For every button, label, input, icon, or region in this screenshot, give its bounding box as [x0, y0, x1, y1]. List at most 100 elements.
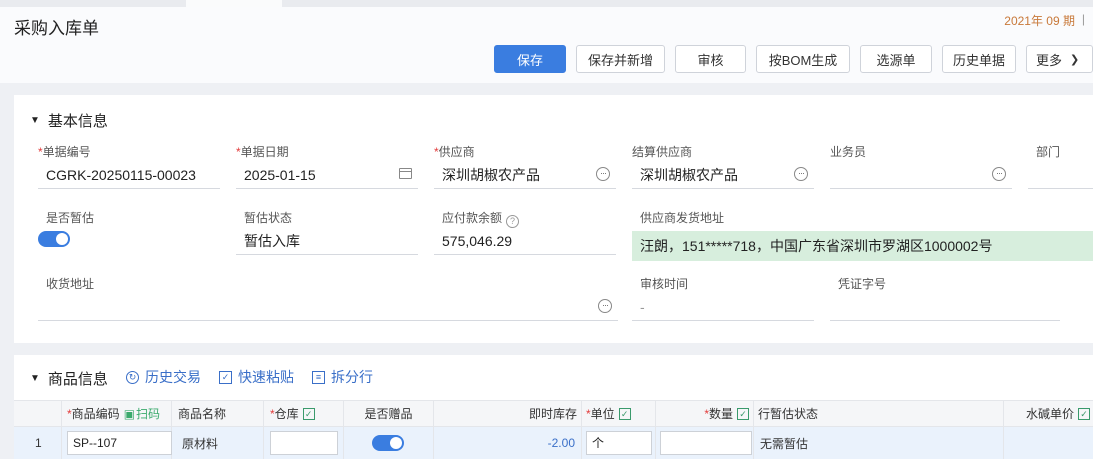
period-label[interactable]: 2021年 09 期	[1004, 12, 1075, 29]
header-stock: 即时库存	[434, 401, 582, 426]
history-icon: ↻	[126, 370, 139, 384]
row-price[interactable]	[1004, 427, 1093, 459]
batch-check-icon[interactable]: ✓	[302, 407, 315, 420]
row-stock: -2.00	[434, 427, 582, 459]
supplier-field: *供应商 深圳胡椒农产品 ···	[434, 144, 616, 190]
header-index	[14, 401, 62, 426]
more-options-icon[interactable]: ···	[794, 167, 808, 181]
split-icon: ≡	[312, 370, 325, 384]
row-unit-cell: 个	[582, 427, 656, 459]
doc-no-input[interactable]: CGRK-20250115-00023	[38, 165, 220, 189]
voucher-label: 凭证字号	[838, 277, 887, 291]
page-title: 采购入库单	[14, 19, 99, 38]
recv-address-input[interactable]: ···	[38, 297, 618, 321]
supplier-input[interactable]: 深圳胡椒农产品 ···	[434, 165, 616, 189]
history-trade-button[interactable]: ↻ 历史交易	[126, 367, 201, 387]
header-row-status: 行暂估状态	[754, 401, 1004, 426]
row-qty-cell	[656, 427, 754, 459]
row-gift-cell	[344, 427, 434, 459]
payable-balance-field: 应付款余额? 575,046.29	[434, 210, 616, 256]
scan-icon[interactable]: ▣	[124, 407, 135, 421]
goods-table-header: * 商品编码 ▣ 扫码 商品名称 * 仓库 ✓ 是否赠品 即时库存 * 单位 ✓ * 数量 ✓ 行…	[14, 400, 1093, 427]
row-code-cell: SP--107	[62, 427, 172, 459]
split-row-label: 拆分行	[331, 369, 373, 385]
header-qty: * 数量 ✓	[656, 401, 754, 426]
doc-date-label: 单据日期	[240, 145, 289, 159]
supplier-label: 供应商	[438, 145, 475, 159]
gift-toggle[interactable]	[372, 435, 404, 451]
batch-check-icon[interactable]: ✓	[1078, 407, 1090, 420]
doc-no-field: *单据编号 CGRK-20250115-00023	[38, 144, 220, 190]
row-status: 无需暂估	[754, 427, 1004, 459]
settle-supplier-input[interactable]: 深圳胡椒农产品 ···	[632, 165, 814, 189]
qty-input[interactable]	[660, 431, 752, 455]
more-options-icon[interactable]: ···	[596, 167, 610, 181]
settle-supplier-field: 结算供应商 深圳胡椒农产品 ···	[632, 144, 814, 190]
doc-date-field: *单据日期 2025-01-15	[236, 144, 418, 190]
more-button[interactable]: 更多 ❯	[1026, 45, 1093, 73]
batch-check-icon[interactable]: ✓	[618, 407, 631, 420]
settle-supplier-label: 结算供应商	[632, 145, 693, 159]
header-warehouse: * 仓库 ✓	[264, 401, 344, 426]
row-warehouse-cell	[264, 427, 344, 459]
payable-value: 575,046.29	[434, 231, 616, 255]
estimate-status-field: 暂估状态 暂估入库	[236, 210, 418, 256]
help-icon[interactable]: ?	[506, 215, 520, 228]
doc-date-value: 2025-01-15	[244, 167, 316, 183]
active-tab[interactable]	[186, 0, 282, 7]
is-estimate-field: 是否暂估	[38, 210, 196, 250]
ship-address-label: 供应商发货地址	[640, 211, 725, 225]
warehouse-input[interactable]	[270, 431, 338, 455]
goods-info-title: 商品信息	[47, 371, 108, 388]
history-trade-label: 历史交易	[145, 369, 201, 385]
ship-address-value[interactable]: 汪朗，151*****718，中国广东省深圳市罗湖区1000002号	[632, 231, 1093, 261]
basic-info-title: 基本信息	[47, 113, 108, 130]
recv-address-field: 收货地址 ···	[38, 276, 618, 322]
header-unit: * 单位 ✓	[582, 401, 656, 426]
split-row-button[interactable]: ≡ 拆分行	[312, 367, 373, 387]
goods-toolbar: ↻ 历史交易 ✓ 快速粘贴 ≡ 拆分行	[126, 367, 391, 387]
save-and-new-button[interactable]: 保存并新增	[576, 45, 665, 73]
bom-generate-button[interactable]: 按BOM生成	[756, 45, 850, 73]
doc-no-label: 单据编号	[42, 145, 91, 159]
basic-info-header[interactable]: ▼ 基本信息	[30, 110, 108, 131]
goods-info-header[interactable]: ▼ 商品信息	[30, 368, 108, 389]
table-row[interactable]: 1 SP--107 原材料 -2.00 个 无需暂估	[14, 427, 1093, 459]
is-estimate-label: 是否暂估	[46, 211, 95, 225]
audit-time-field: 审核时间 -	[632, 276, 814, 322]
header-code: * 商品编码 ▣ 扫码	[62, 401, 172, 426]
audit-button[interactable]: 审核	[675, 45, 746, 73]
paste-icon: ✓	[219, 370, 232, 384]
is-estimate-toggle[interactable]	[38, 231, 70, 247]
chevron-down-icon: ❯	[1070, 53, 1080, 66]
more-options-icon[interactable]: ···	[992, 167, 1006, 181]
unit-input[interactable]: 个	[586, 431, 652, 455]
code-input[interactable]: SP--107	[67, 431, 172, 455]
voucher-value	[830, 297, 1060, 321]
basic-info-card: ▼ 基本信息 *单据编号 CGRK-20250115-00023 *单据日期 2…	[14, 95, 1093, 343]
supplier-value: 深圳胡椒农产品	[442, 167, 540, 183]
more-options-icon[interactable]: ···	[598, 299, 612, 313]
collapse-triangle-icon: ▼	[30, 373, 40, 384]
calendar-icon[interactable]	[399, 168, 412, 179]
save-button[interactable]: 保存	[494, 45, 566, 73]
salesman-input[interactable]: ···	[830, 165, 1012, 189]
batch-check-icon[interactable]: ✓	[737, 407, 749, 420]
header-name: 商品名称	[172, 401, 264, 426]
settle-supplier-value: 深圳胡椒农产品	[640, 167, 738, 183]
select-source-button[interactable]: 选源单	[860, 45, 932, 73]
recv-address-label: 收货地址	[46, 277, 95, 291]
dept-input[interactable]	[1028, 165, 1093, 189]
salesman-field: 业务员 ···	[830, 144, 1012, 190]
quick-paste-button[interactable]: ✓ 快速粘贴	[219, 367, 294, 387]
audit-time-value: -	[632, 297, 814, 321]
history-docs-button[interactable]: 历史单据	[942, 45, 1016, 73]
estimate-status-value: 暂估入库	[236, 231, 418, 255]
ship-address-field: 供应商发货地址 汪朗，151*****718，中国广东省深圳市罗湖区100000…	[632, 210, 1093, 262]
scan-label[interactable]: 扫码	[136, 405, 160, 422]
doc-date-input[interactable]: 2025-01-15	[236, 165, 418, 189]
estimate-status-label: 暂估状态	[244, 211, 293, 225]
quick-paste-label: 快速粘贴	[238, 369, 294, 385]
voucher-field: 凭证字号	[830, 276, 1060, 322]
header-gift: 是否赠品	[344, 401, 434, 426]
